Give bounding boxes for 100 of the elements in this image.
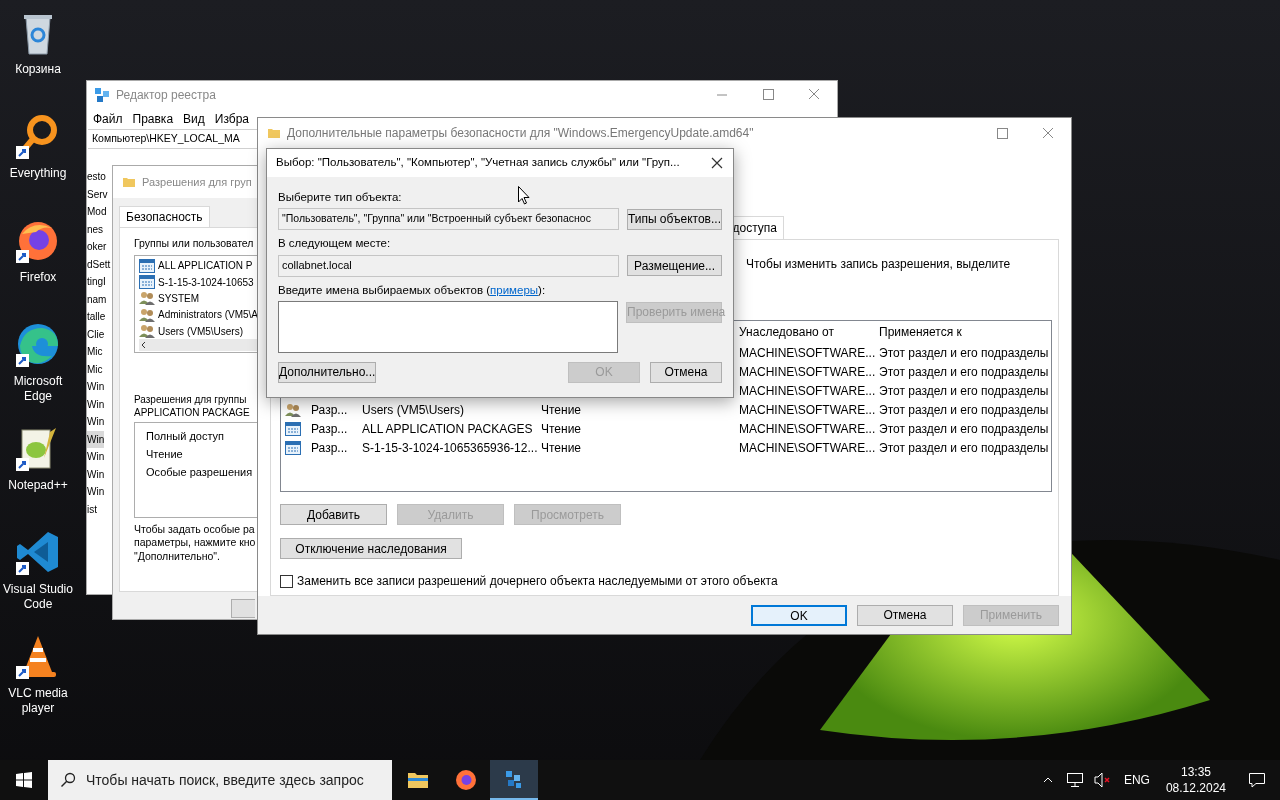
taskbar-app-button[interactable] — [490, 760, 538, 800]
language-indicator[interactable]: ENG — [1123, 771, 1150, 789]
grid-window-icon — [139, 275, 155, 290]
dialog-button[interactable]: OK — [751, 604, 847, 626]
checkbox-label[interactable]: Заменить все записи разрешений дочернего объекта наследуемыми от этого объекта — [297, 572, 778, 590]
menu-item[interactable]: Файл — [93, 109, 123, 128]
tree-item[interactable]: esto — [87, 168, 106, 186]
clock[interactable]: 13:35 08.12.2024 — [1157, 764, 1234, 796]
tree-item[interactable]: Win — [87, 448, 105, 466]
table-cell-text: Разр... — [311, 439, 349, 457]
table-cell-text: Этот раздел и его подразделы — [879, 401, 1050, 419]
tab[interactable]: Безопасность — [119, 206, 210, 227]
table-cell-text: MACHINE\SOFTWARE... — [739, 420, 877, 438]
principal-name[interactable]: ALL APPLICATION P — [158, 258, 253, 274]
permission-name: Чтение — [146, 446, 184, 462]
search-icon — [60, 772, 76, 788]
cancel-button[interactable]: Отмена — [650, 361, 722, 383]
users-icon — [139, 307, 155, 322]
principal-name[interactable]: SYSTEM — [158, 291, 200, 306]
menu-item[interactable]: Избра — [214, 109, 249, 128]
table-cell-text: Users (VM5\Users) — [362, 401, 465, 419]
advanced-button[interactable]: Дополнительно... — [278, 361, 376, 383]
tree-item[interactable]: Win — [87, 413, 105, 431]
tree-item[interactable]: nam — [87, 290, 107, 308]
table-cell-text: Этот раздел и его подразделы — [879, 382, 1050, 400]
tree-item[interactable]: Win — [87, 378, 105, 396]
windows-logo-icon[interactable] — [16, 772, 32, 788]
permission-name: Полный доступ — [146, 428, 226, 444]
window-title: Редактор реестра — [116, 86, 216, 104]
menu-item[interactable]: Вид — [183, 109, 205, 128]
desktop-icon-label[interactable]: Visual Studio Code — [0, 582, 76, 612]
tree-item[interactable]: Win — [87, 395, 105, 413]
field-label: Выберите тип объекта: — [278, 190, 402, 205]
desktop-icon-label[interactable]: Everything — [0, 166, 76, 181]
principal-name[interactable]: Users (VM5\Users) — [158, 323, 243, 339]
action-button[interactable]: Добавить — [280, 504, 387, 525]
desktop-icon-label[interactable]: Microsoft Edge — [0, 374, 76, 404]
notification-icon[interactable] — [1248, 772, 1266, 788]
dialog-button[interactable]: Отмена — [857, 604, 953, 626]
tree-item[interactable]: nes — [87, 220, 104, 238]
tree-item[interactable]: ist — [87, 500, 97, 518]
desktop-icon-label[interactable]: VLC media player — [0, 686, 76, 716]
section-label: Разрешения для группы — [134, 392, 248, 406]
tree-item[interactable]: Win — [87, 465, 105, 483]
description-text: Чтобы изменить запись разрешения, выделите — [746, 256, 1012, 273]
field-label: В следующем месте: — [278, 236, 391, 252]
tree-item[interactable]: Clie — [87, 325, 105, 343]
window-title: Дополнительные параметры безопасности для "Windows.EmergencyUpdate.amd64" — [287, 125, 754, 142]
checkbox[interactable] — [280, 574, 293, 588]
object-types-button[interactable]: Типы объектов... — [626, 208, 722, 230]
table-cell-text: MACHINE\SOFTWARE... — [739, 363, 877, 381]
tree-item[interactable]: Mod — [87, 203, 107, 221]
table-cell-text: Разр... — [311, 401, 349, 419]
column-header[interactable]: Применяется к — [879, 323, 1051, 341]
window-title: Разрешения для груп — [142, 174, 252, 190]
principal-name[interactable]: S-1-15-3-1024-10653 — [158, 274, 254, 290]
tree-item[interactable]: Win — [87, 430, 105, 448]
tree-item[interactable]: dSett — [87, 255, 111, 273]
network-icon[interactable] — [1065, 772, 1084, 788]
cubes-icon — [94, 86, 110, 103]
folder-icon — [267, 126, 281, 140]
table-cell-text: MACHINE\SOFTWARE... — [739, 382, 877, 400]
object-type-field[interactable]: "Пользователь", "Группа" или "Встроенный субъект безопаснос — [278, 208, 619, 231]
folder-icon — [122, 175, 136, 189]
tree-item[interactable]: oker — [87, 238, 107, 256]
table-cell-text: Чтение — [541, 420, 583, 438]
desktop-icon-label[interactable]: Notepad++ — [0, 478, 76, 493]
tree-item[interactable]: Mic — [87, 360, 103, 378]
location-field[interactable]: collabnet.local — [278, 254, 620, 277]
tree-item[interactable]: tingI — [87, 273, 106, 291]
permission-name: Особые разрешения — [146, 464, 254, 480]
desktop-icon-label[interactable]: Корзина — [0, 62, 76, 77]
column-header[interactable]: Унаследовано от — [739, 323, 879, 341]
tree-item[interactable]: Mic — [87, 343, 103, 361]
menu-item[interactable]: Правка — [132, 109, 174, 128]
tree-item[interactable]: talle — [87, 308, 106, 326]
principal-name[interactable]: Administrators (VM5\A — [158, 307, 259, 323]
table-cell-text: Этот раздел и его подразделы — [879, 363, 1050, 381]
grid-window-icon — [285, 421, 301, 436]
tree-item[interactable]: Win — [87, 483, 105, 501]
field-label: Введите имена выбираемых объектов (примеры): — [278, 282, 547, 298]
locations-button[interactable]: Размещение... — [627, 255, 722, 276]
users-icon — [139, 324, 155, 339]
section-label: APPLICATION PACKAGE — [134, 405, 251, 419]
search-field[interactable]: Чтобы начать поиск, введите здесь запрос — [48, 760, 392, 800]
table-cell-text: MACHINE\SOFTWARE... — [739, 401, 877, 419]
table-cell-text: MACHINE\SOFTWARE... — [739, 439, 877, 457]
desktop-icon-label[interactable]: Firefox — [0, 270, 76, 285]
muted-speaker-icon[interactable] — [1093, 772, 1112, 788]
table-cell-text: Этот раздел и его подразделы — [879, 420, 1050, 438]
object-names-field[interactable] — [278, 300, 618, 353]
fox-globe-icon — [454, 768, 478, 792]
section-label: Группы или пользовател — [134, 236, 255, 251]
table-cell-text: MACHINE\SOFTWARE... — [739, 344, 877, 362]
disable-inheritance-button[interactable]: Отключение наследования — [280, 538, 462, 559]
close-icon[interactable] — [711, 157, 723, 169]
table-cell-text: Разр... — [311, 420, 349, 438]
hint-text: параметры, нажмите кно — [134, 536, 257, 550]
tree-item[interactable]: Serv — [87, 185, 108, 203]
examples-link[interactable]: примеры — [490, 283, 539, 296]
